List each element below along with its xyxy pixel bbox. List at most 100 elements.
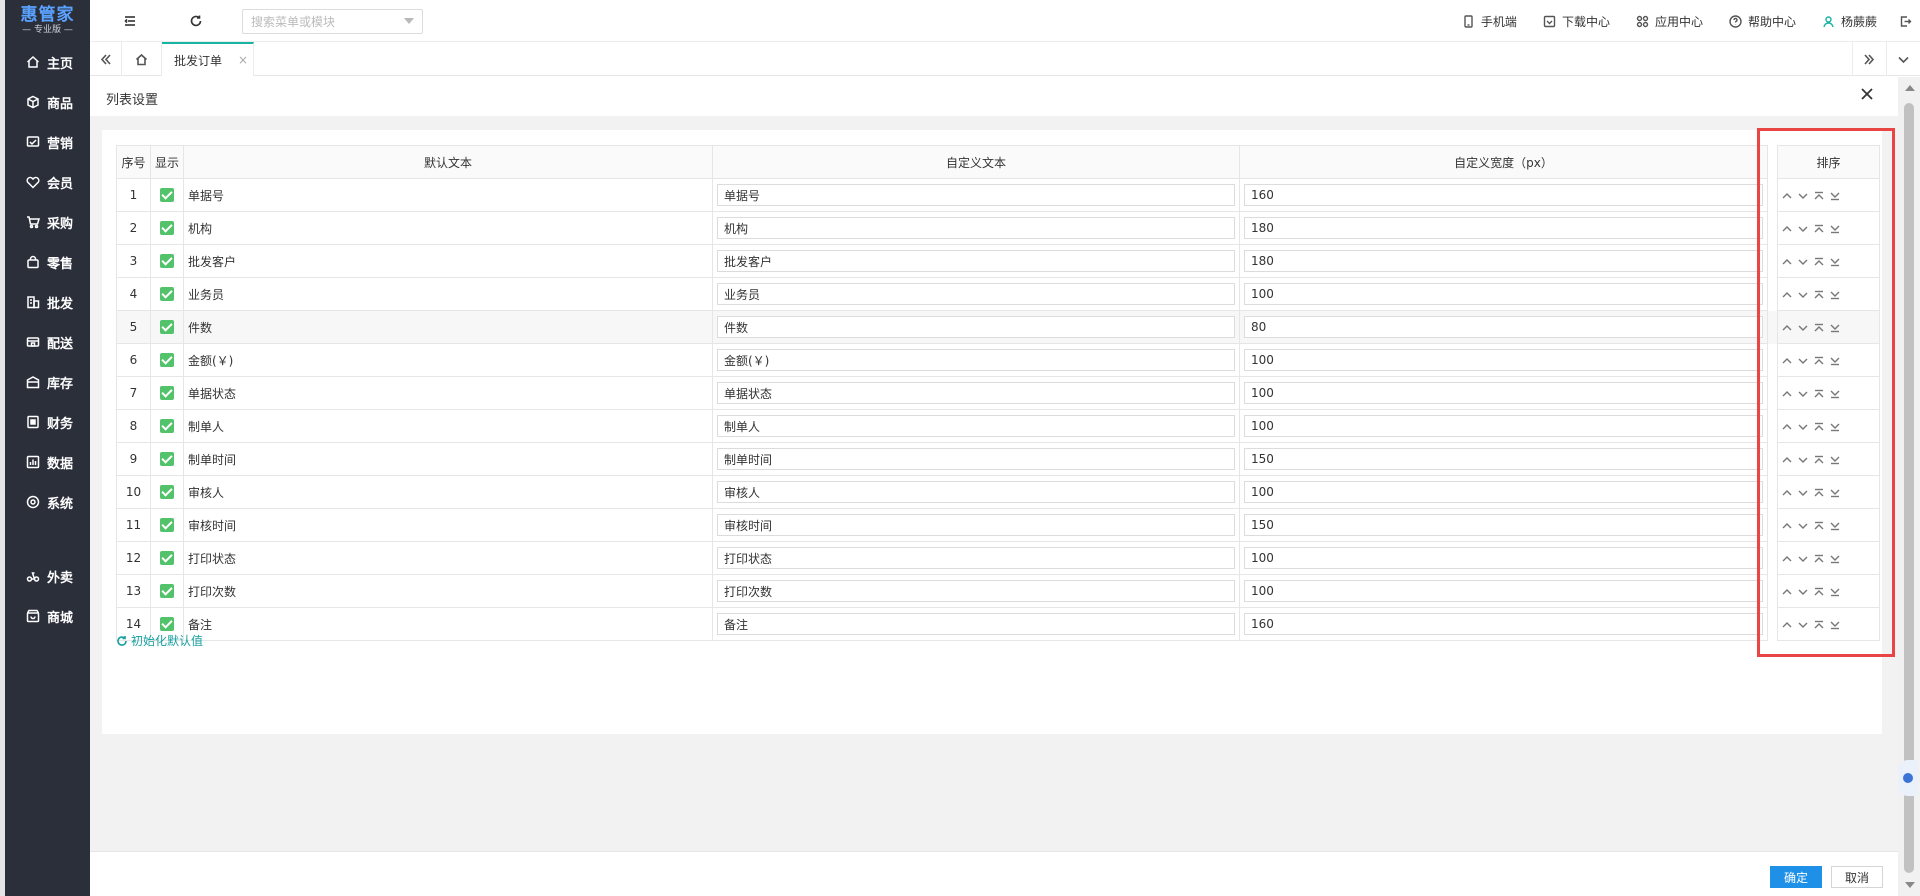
sort-top-icon[interactable] bbox=[1814, 586, 1830, 598]
sort-down-icon[interactable] bbox=[1798, 355, 1814, 367]
sort-down-icon[interactable] bbox=[1798, 520, 1814, 532]
sort-top-icon[interactable] bbox=[1814, 190, 1830, 202]
show-checkbox[interactable] bbox=[160, 353, 174, 368]
show-checkbox[interactable] bbox=[160, 254, 174, 269]
sort-bottom-icon[interactable] bbox=[1830, 190, 1846, 202]
sort-bottom-icon[interactable] bbox=[1830, 388, 1846, 400]
custom-text-input[interactable] bbox=[717, 283, 1235, 305]
show-checkbox[interactable] bbox=[160, 320, 174, 335]
sort-top-icon[interactable] bbox=[1814, 388, 1830, 400]
show-checkbox[interactable] bbox=[160, 386, 174, 401]
show-checkbox[interactable] bbox=[160, 518, 174, 533]
sort-up-icon[interactable] bbox=[1782, 487, 1798, 499]
menu-search-select[interactable]: 搜索菜单或模块 bbox=[242, 9, 423, 34]
sidebar-item-building[interactable]: 批发 bbox=[5, 282, 90, 322]
sort-down-icon[interactable] bbox=[1798, 619, 1814, 631]
show-checkbox[interactable] bbox=[160, 419, 174, 434]
sort-bottom-icon[interactable] bbox=[1830, 586, 1846, 598]
sort-down-icon[interactable] bbox=[1798, 223, 1814, 235]
sidebar-item-bag[interactable]: 零售 bbox=[5, 242, 90, 282]
sort-down-icon[interactable] bbox=[1798, 322, 1814, 334]
sort-bottom-icon[interactable] bbox=[1830, 355, 1846, 367]
sort-down-icon[interactable] bbox=[1798, 190, 1814, 202]
sort-top-icon[interactable] bbox=[1814, 322, 1830, 334]
sort-top-icon[interactable] bbox=[1814, 223, 1830, 235]
custom-width-input[interactable] bbox=[1244, 580, 1763, 602]
show-checkbox[interactable] bbox=[160, 221, 174, 236]
reset-defaults-link[interactable]: 初始化默认值 bbox=[116, 632, 203, 649]
custom-width-input[interactable] bbox=[1244, 547, 1763, 569]
sidebar-item-member[interactable]: 会员 bbox=[5, 162, 90, 202]
sort-up-icon[interactable] bbox=[1782, 190, 1798, 202]
sort-bottom-icon[interactable] bbox=[1830, 520, 1846, 532]
custom-text-input[interactable] bbox=[717, 349, 1235, 371]
show-checkbox[interactable] bbox=[160, 188, 174, 203]
sort-up-icon[interactable] bbox=[1782, 619, 1798, 631]
sort-top-icon[interactable] bbox=[1814, 487, 1830, 499]
scroll-up-icon[interactable] bbox=[1905, 85, 1915, 91]
scroll-down-icon[interactable] bbox=[1905, 882, 1915, 888]
download-center-link[interactable]: 下载中心 bbox=[1543, 13, 1610, 30]
sort-top-icon[interactable] bbox=[1814, 454, 1830, 466]
sort-bottom-icon[interactable] bbox=[1830, 289, 1846, 301]
close-icon[interactable] bbox=[1860, 87, 1878, 105]
sort-up-icon[interactable] bbox=[1782, 520, 1798, 532]
sort-top-icon[interactable] bbox=[1814, 256, 1830, 268]
sort-up-icon[interactable] bbox=[1782, 256, 1798, 268]
mobile-link[interactable]: 手机端 bbox=[1462, 13, 1517, 30]
sidebar-item-mall[interactable]: 商城 bbox=[5, 596, 90, 636]
sort-down-icon[interactable] bbox=[1798, 289, 1814, 301]
sort-up-icon[interactable] bbox=[1782, 289, 1798, 301]
sort-bottom-icon[interactable] bbox=[1830, 223, 1846, 235]
custom-text-input[interactable] bbox=[717, 184, 1235, 206]
user-menu[interactable]: 杨蕨蕨 bbox=[1822, 13, 1877, 30]
show-checkbox[interactable] bbox=[160, 584, 174, 599]
custom-width-input[interactable] bbox=[1244, 514, 1763, 536]
sidebar-item-finance[interactable]: 财务 bbox=[5, 402, 90, 442]
sort-top-icon[interactable] bbox=[1814, 619, 1830, 631]
sort-bottom-icon[interactable] bbox=[1830, 322, 1846, 334]
custom-width-input[interactable] bbox=[1244, 349, 1763, 371]
tabs-scroll-left-icon[interactable] bbox=[90, 42, 122, 76]
show-checkbox[interactable] bbox=[160, 452, 174, 467]
tabs-scroll-right-icon[interactable] bbox=[1852, 42, 1886, 76]
sort-up-icon[interactable] bbox=[1782, 553, 1798, 565]
custom-width-input[interactable] bbox=[1244, 613, 1763, 635]
show-checkbox[interactable] bbox=[160, 617, 174, 632]
home-tab-icon[interactable] bbox=[122, 42, 162, 76]
custom-text-input[interactable] bbox=[717, 382, 1235, 404]
custom-text-input[interactable] bbox=[717, 547, 1235, 569]
custom-width-input[interactable] bbox=[1244, 283, 1763, 305]
custom-text-input[interactable] bbox=[717, 481, 1235, 503]
sort-bottom-icon[interactable] bbox=[1830, 454, 1846, 466]
sidebar-item-settings[interactable]: 系统 bbox=[5, 482, 90, 522]
custom-text-input[interactable] bbox=[717, 217, 1235, 239]
refresh-icon[interactable] bbox=[186, 11, 206, 31]
show-checkbox[interactable] bbox=[160, 287, 174, 302]
sidebar-item-chart[interactable]: 数据 bbox=[5, 442, 90, 482]
sidebar-item-home[interactable]: 主页 bbox=[5, 42, 90, 82]
tab-close-icon[interactable]: × bbox=[238, 53, 248, 67]
sidebar-item-takeout[interactable]: 外卖 bbox=[5, 556, 90, 596]
tabs-dropdown-icon[interactable] bbox=[1886, 42, 1920, 76]
sort-bottom-icon[interactable] bbox=[1830, 619, 1846, 631]
sidebar-item-warehouse[interactable]: 库存 bbox=[5, 362, 90, 402]
sort-up-icon[interactable] bbox=[1782, 355, 1798, 367]
sort-bottom-icon[interactable] bbox=[1830, 487, 1846, 499]
sidebar-item-cart[interactable]: 采购 bbox=[5, 202, 90, 242]
sort-top-icon[interactable] bbox=[1814, 520, 1830, 532]
sort-up-icon[interactable] bbox=[1782, 388, 1798, 400]
tab-wholesale-order[interactable]: 批发订单 × bbox=[162, 42, 254, 76]
sort-top-icon[interactable] bbox=[1814, 289, 1830, 301]
sidebar-item-delivery[interactable]: 配送 bbox=[5, 322, 90, 362]
custom-text-input[interactable] bbox=[717, 514, 1235, 536]
sort-up-icon[interactable] bbox=[1782, 421, 1798, 433]
sort-up-icon[interactable] bbox=[1782, 586, 1798, 598]
sort-top-icon[interactable] bbox=[1814, 421, 1830, 433]
confirm-button[interactable]: 确定 bbox=[1770, 866, 1822, 888]
sort-down-icon[interactable] bbox=[1798, 256, 1814, 268]
sort-up-icon[interactable] bbox=[1782, 454, 1798, 466]
app-center-link[interactable]: 应用中心 bbox=[1636, 13, 1703, 30]
custom-width-input[interactable] bbox=[1244, 382, 1763, 404]
show-checkbox[interactable] bbox=[160, 485, 174, 500]
